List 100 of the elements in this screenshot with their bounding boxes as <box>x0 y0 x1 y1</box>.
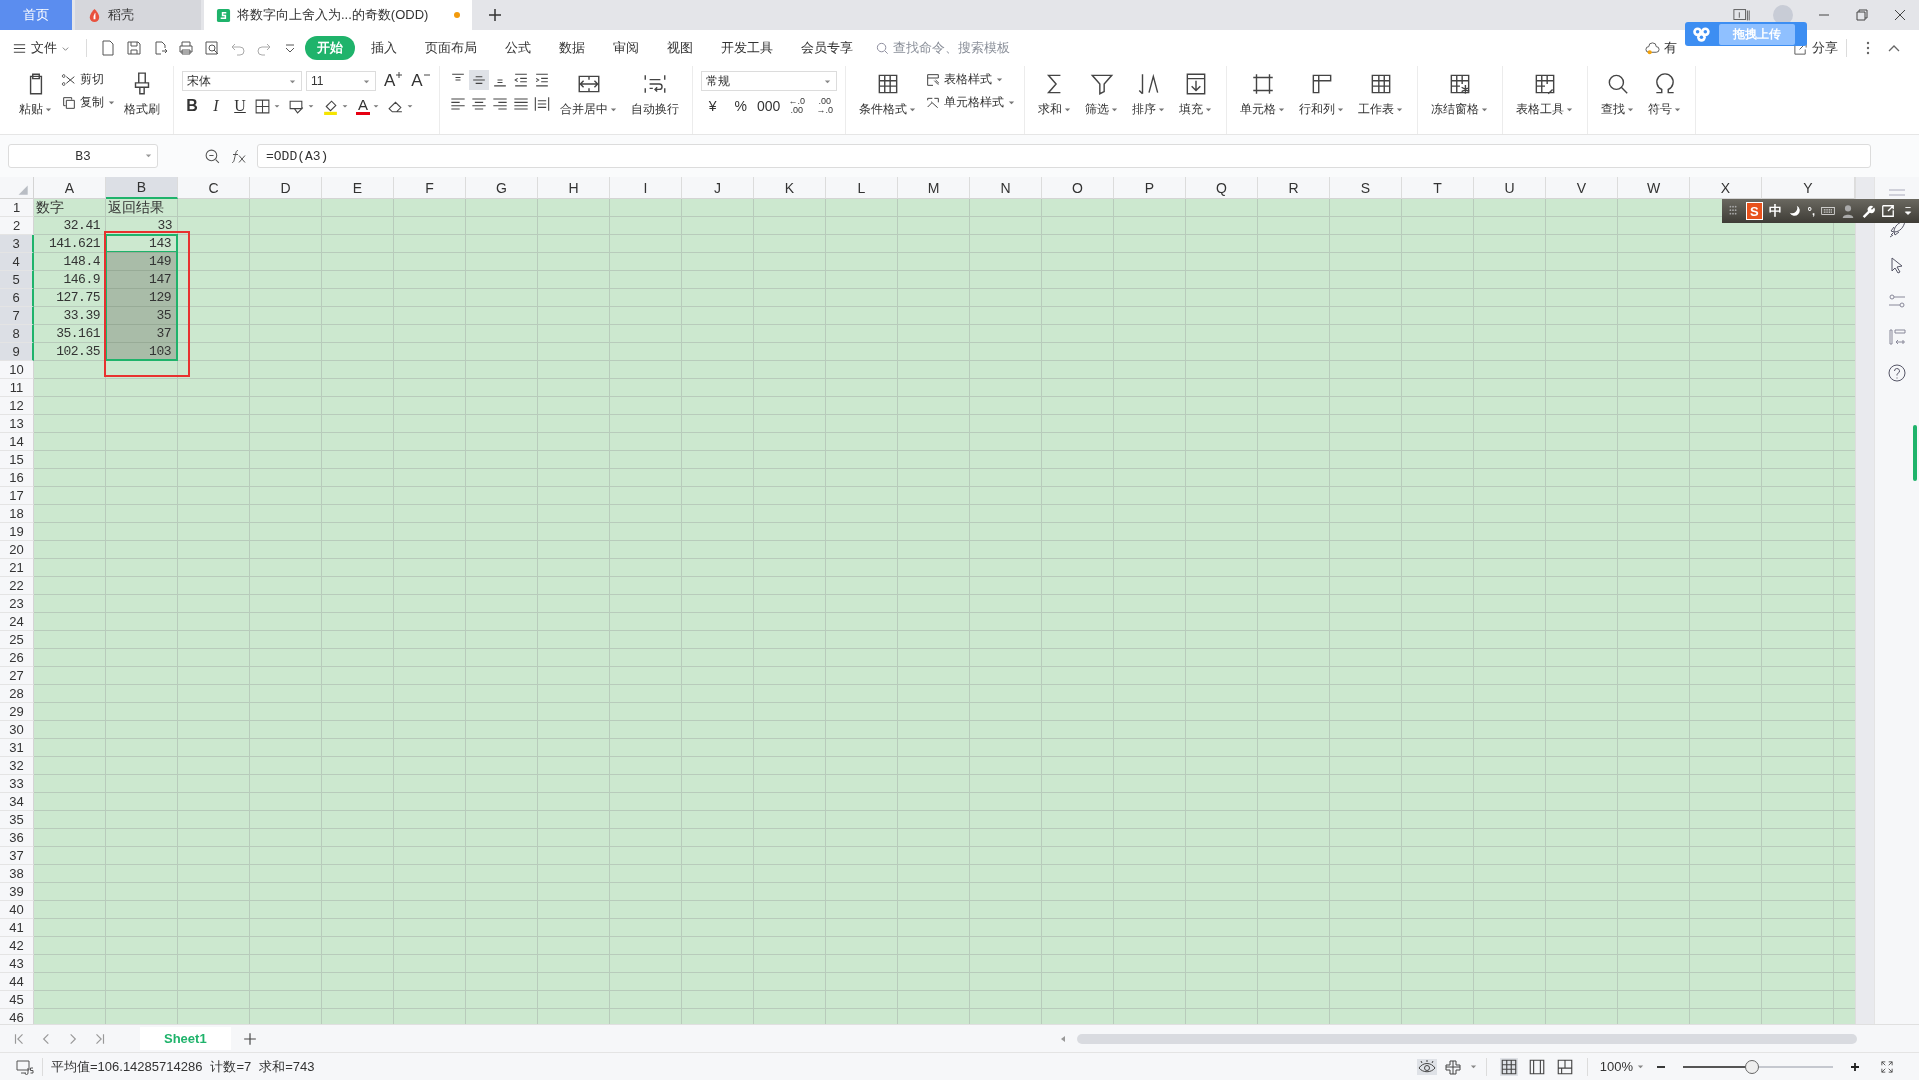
vertical-scrollbar[interactable] <box>1855 177 1874 1024</box>
ribbon-button[interactable]: 筛选 <box>1079 68 1124 121</box>
add-sheet-icon[interactable] <box>242 1031 257 1046</box>
ribbon-tab[interactable]: 公式 <box>493 36 543 60</box>
column-header[interactable]: B <box>106 177 178 199</box>
font-style-button[interactable]: I <box>206 97 226 115</box>
ribbon-button[interactable]: 条件格式 <box>853 68 922 121</box>
ribbon-button[interactable]: 冻结窗格 <box>1425 68 1494 121</box>
number-format-dropdown[interactable]: 常规 <box>700 71 837 91</box>
ribbon-button[interactable]: 符号 <box>1642 68 1687 121</box>
row-header[interactable]: 7 <box>0 307 34 325</box>
row-header[interactable]: 5 <box>0 271 34 289</box>
moon-icon[interactable] <box>1787 204 1802 218</box>
ribbon-button[interactable]: 剪切 <box>61 71 116 88</box>
ribbon-button[interactable]: 工作表 <box>1352 68 1409 121</box>
font-name-dropdown[interactable]: 宋体 <box>182 71 302 91</box>
plus-icon <box>395 71 404 79</box>
ribbon-button[interactable]: 自动换行 <box>625 68 684 121</box>
ribbon-button[interactable]: 排序 <box>1126 68 1171 121</box>
ribbon-button[interactable]: 填充 <box>1173 68 1218 121</box>
expand-icon[interactable] <box>1881 204 1895 218</box>
help-icon[interactable] <box>1887 363 1907 383</box>
input-method-logo[interactable]: S <box>1746 202 1763 220</box>
save-icon[interactable] <box>126 40 142 56</box>
decimal-button[interactable]: ←.0 .00 <box>784 97 809 115</box>
print-icon[interactable] <box>178 40 194 56</box>
row-header[interactable]: 3 <box>0 235 34 253</box>
ribbon-button[interactable]: 复制 <box>61 94 116 111</box>
file-menu[interactable]: 文件 <box>12 39 70 57</box>
row-header[interactable]: 8 <box>0 325 34 343</box>
ribbon-tab[interactable]: 审阅 <box>601 36 651 60</box>
horizontal-scrollbar[interactable] <box>1077 1033 1857 1044</box>
formula-field[interactable]: =ODD(A3) <box>257 144 1871 168</box>
eye-icon[interactable] <box>1416 1057 1437 1076</box>
ribbon-tab[interactable]: 数据 <box>547 36 597 60</box>
ribbon-button[interactable]: 单元格样式 <box>924 94 1016 111</box>
fill-color-icon[interactable] <box>322 97 339 115</box>
normal-view-icon[interactable] <box>1498 1057 1519 1076</box>
fullscreen-icon[interactable] <box>1881 1060 1893 1073</box>
ribbon-tab[interactable]: 开发工具 <box>709 36 785 60</box>
ribbon-button[interactable]: 单元格 <box>1234 68 1291 121</box>
number-format-button[interactable]: 000 <box>756 98 781 114</box>
ribbon-tab[interactable]: 会员专享 <box>789 36 865 60</box>
zoom-in-icon[interactable] <box>1849 1060 1861 1073</box>
decrease-font-button[interactable]: A <box>411 71 431 91</box>
cloud-sync-status[interactable]: 有 <box>1645 39 1677 57</box>
input-mode-toggle[interactable]: 中 <box>1768 202 1782 220</box>
window-mode-icon[interactable] <box>1733 7 1751 23</box>
table-cell-text: 127.75 <box>55 289 101 307</box>
name-box[interactable]: B3 <box>8 144 158 168</box>
sliders-icon[interactable] <box>1887 291 1907 311</box>
ribbon-tab[interactable]: 页面布局 <box>413 36 489 60</box>
caret-icon[interactable] <box>372 102 380 110</box>
number-format-button[interactable]: ¥ <box>700 98 725 114</box>
borders-icon[interactable] <box>254 97 271 115</box>
ribbon-button[interactable]: 表格工具 <box>1510 68 1579 121</box>
ribbon-button[interactable]: 格式刷 <box>119 68 165 121</box>
font-color-button[interactable]: A <box>356 97 370 115</box>
new-file-icon[interactable] <box>100 40 116 56</box>
status-text: 平均值=106.14285714286 <box>51 1057 203 1076</box>
scroll-left-icon[interactable] <box>1059 1034 1067 1043</box>
punctuation-toggle[interactable]: °, <box>1807 205 1815 217</box>
ribbon-button[interactable]: 查找 <box>1595 68 1640 121</box>
font-style-button[interactable]: B <box>182 97 202 115</box>
font-style-button[interactable]: U <box>230 97 250 115</box>
dropdown-icon[interactable] <box>1901 204 1915 218</box>
row-header[interactable]: 6 <box>0 289 34 307</box>
caret-icon[interactable] <box>273 102 281 110</box>
print-preview-icon[interactable] <box>204 40 220 56</box>
ribbon-tab[interactable]: 视图 <box>655 36 705 60</box>
row-header[interactable]: 4 <box>0 253 34 271</box>
wrench-icon[interactable] <box>1861 204 1875 218</box>
decimal-button[interactable]: .00 →.0 <box>812 97 837 115</box>
caret-icon[interactable] <box>341 102 349 110</box>
zoom-level[interactable]: 100% <box>1599 1059 1633 1074</box>
ribbon-button[interactable]: 粘贴 <box>14 68 58 121</box>
zoom-icon[interactable] <box>204 147 221 165</box>
caret-icon[interactable] <box>307 102 315 110</box>
export-icon[interactable] <box>152 40 168 56</box>
ribbon-button[interactable]: 表格样式 <box>924 71 1016 88</box>
caret-icon[interactable] <box>406 102 414 110</box>
user-icon[interactable] <box>1841 204 1855 218</box>
row-header[interactable]: 9 <box>0 343 34 361</box>
restore-icon[interactable] <box>1853 7 1871 23</box>
last-sheet-icon[interactable] <box>93 1031 107 1046</box>
font-size-dropdown[interactable]: 11 <box>306 71 376 91</box>
number-format-button[interactable]: % <box>728 98 753 114</box>
align-middle-icon[interactable] <box>468 70 489 90</box>
new-tab-icon[interactable] <box>487 7 504 23</box>
first-sheet-icon[interactable] <box>12 1031 26 1046</box>
document-tab[interactable]: 将数字向上舍入为...的奇数(ODD) <box>204 0 473 30</box>
keyboard-icon[interactable] <box>1821 204 1835 218</box>
macro-icon[interactable] <box>16 1058 34 1075</box>
avatar[interactable] <box>1773 5 1793 25</box>
ribbon-button[interactable]: 合并居中 <box>554 68 623 121</box>
ribbon-button[interactable]: 求和 <box>1032 68 1077 121</box>
ribbon-tab[interactable]: 插入 <box>359 36 409 60</box>
document-tab[interactable]: 稻壳 <box>75 0 201 30</box>
ribbon-button[interactable]: 行和列 <box>1293 68 1350 121</box>
increase-font-button[interactable]: A <box>384 71 404 91</box>
